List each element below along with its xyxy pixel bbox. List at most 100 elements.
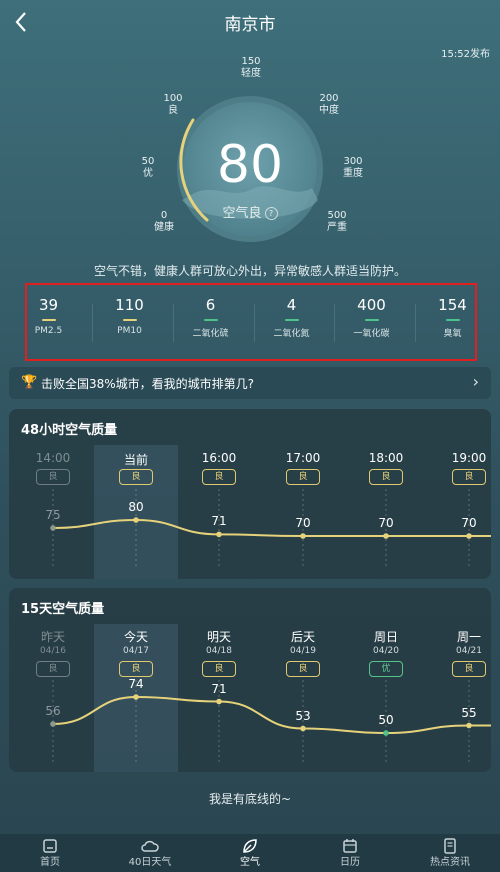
rank-text: 击败全国38%城市，看我的城市排第几? (41, 377, 255, 391)
grade-badge: 良 (36, 661, 70, 677)
aqi-point (216, 698, 222, 705)
grade-badge: 良 (119, 469, 153, 485)
scale-50: 50 优 (141, 156, 155, 179)
aqi-point (216, 531, 222, 538)
aqi-value-label: 70 (295, 516, 311, 530)
health-advice: 空气不错，健康人群可放心外出，异常敏感人群适当防护。 (93, 264, 406, 278)
tab-news[interactable]: 热点资讯 (400, 834, 500, 872)
help-icon[interactable]: ? (264, 207, 278, 220)
pollutant-value: 400 (357, 296, 386, 314)
rank-banner[interactable]: 🏆 击败全国38%城市，看我的城市排第几? › (9, 367, 491, 399)
hourly-card: 48小时空气质量 14:00 良 75 当前良 80 16:00 良 71 17:00 良 70 18… (9, 409, 491, 579)
aqi-line (52, 518, 491, 537)
aqi-value-label: 75 (45, 508, 61, 522)
home-icon (0, 837, 100, 857)
pollutant-level-bar (122, 319, 137, 321)
pollutant-name: 二氧化硫 (192, 329, 229, 339)
column-label: 17:00 (285, 451, 321, 465)
tab-label: 热点资讯 (430, 857, 470, 868)
column-date: 04/21 (456, 646, 482, 656)
grade-badge: 良 (36, 469, 70, 485)
column-label: 今天 (123, 630, 148, 644)
aqi-point (300, 725, 306, 732)
scale-150: 150 轻度 (241, 56, 261, 79)
pollutant-level-bar (445, 319, 460, 321)
aqi-grade-label: 空气良 (222, 206, 262, 221)
chevron-right-icon: › (472, 372, 479, 391)
calendar-icon (300, 837, 400, 857)
column-label: 16:00 (201, 451, 237, 465)
aqi-value-label: 55 (461, 705, 477, 720)
column-label: 周一 (456, 630, 481, 644)
aqi-point (133, 517, 139, 523)
divider (415, 304, 416, 342)
pollutant-name: PM10 (117, 326, 142, 336)
aqi-grade[interactable]: 空气良? (190, 202, 310, 221)
tab-40day[interactable]: 40日天气 (100, 834, 200, 872)
aqi-value-label: 74 (128, 677, 144, 691)
news-icon (400, 837, 500, 857)
pollutant-level-bar (203, 319, 218, 321)
pollutant-name: 臭氧 (443, 329, 462, 339)
top-bar: 南京市 (0, 0, 500, 44)
aqi-point (50, 721, 56, 727)
pollutant-value: 4 (286, 296, 297, 314)
leaf-icon (200, 837, 300, 857)
divider (92, 304, 93, 342)
daily-card: 15天空气质量 昨天 04/16 良 56 今天 04/17 良 74 明天 04/18 良 71 后天… (9, 588, 491, 772)
divider (254, 304, 255, 342)
pollutant-level-bar (284, 319, 299, 321)
grade-badge: 良 (286, 661, 320, 677)
aqi-value-label: 71 (211, 514, 227, 529)
grade-badge: 良 (202, 661, 236, 677)
aqi-point (50, 525, 56, 531)
column-label: 18:00 (368, 451, 404, 465)
pollutant-level-bar (364, 319, 379, 321)
tab-label: 日历 (340, 857, 360, 868)
aqi-point (300, 533, 306, 539)
aqi-point (466, 533, 472, 539)
scale-200: 200 中度 (319, 93, 339, 116)
column-date: 04/19 (290, 646, 316, 656)
aqi-value-label: 80 (128, 500, 144, 514)
pollutant-item[interactable]: 4 二氧化氮 (254, 296, 329, 339)
tab-calendar[interactable]: 日历 (300, 834, 400, 872)
aqi-curve (50, 680, 491, 762)
grade-badge: 良 (202, 469, 236, 485)
pollutant-name: PM2.5 (34, 326, 63, 336)
grade-badge: 良 (452, 469, 486, 485)
aqi-point (466, 722, 472, 729)
tab-home[interactable]: 首页 (0, 834, 100, 872)
aqi-value-label: 71 (211, 681, 227, 696)
column-label: 明天 (206, 630, 231, 644)
aqi-curve (50, 489, 491, 569)
pollutant-value: 6 (205, 296, 216, 314)
cloud-icon (100, 837, 200, 857)
pollutant-name: 二氧化氮 (273, 329, 310, 339)
pollutant-item[interactable]: 400 一氧化碳 (334, 296, 409, 339)
scale-300: 300 重度 (343, 156, 363, 179)
pollutant-item[interactable]: 154 臭氧 (415, 296, 490, 339)
pollutant-value: 154 (438, 296, 467, 314)
pollutant-level-bar (41, 319, 56, 321)
aqi-point (383, 533, 389, 539)
pollutant-item[interactable]: 6 二氧化硫 (173, 296, 248, 339)
bottom-tab-bar: 首页 40日天气 空气 日历 热点资讯 (0, 834, 500, 872)
aqi-value-label: 50 (378, 713, 394, 727)
aqi-value-label: 70 (378, 516, 394, 530)
pollutant-name: 一氧化碳 (353, 329, 390, 339)
divider (173, 304, 174, 342)
tab-air[interactable]: 空气 (200, 834, 300, 872)
pollutant-item[interactable]: 39 PM2.5 (11, 296, 86, 336)
end-of-list-text: 我是有底线的~ (208, 792, 292, 806)
pollutant-item[interactable]: 110 PM10 (92, 296, 167, 336)
aqi-value-label: 53 (295, 708, 311, 723)
grade-badge: 良 (119, 661, 153, 677)
tab-label: 首页 (40, 857, 60, 868)
aqi-value-label: 70 (461, 516, 477, 530)
column-label: 后天 (290, 630, 315, 644)
page-title: 南京市 (224, 15, 276, 35)
aqi-value-label: 56 (45, 704, 61, 718)
column-date: 04/20 (373, 646, 399, 656)
column-date: 04/18 (206, 646, 232, 656)
